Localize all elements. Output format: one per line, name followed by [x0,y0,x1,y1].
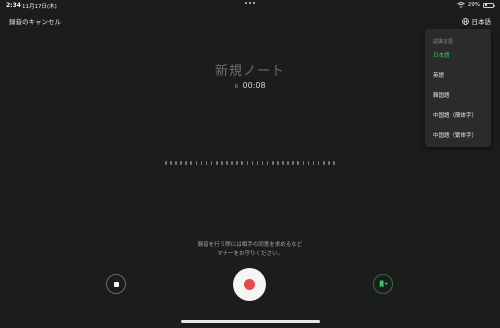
language-selector-button[interactable]: 日本語 [461,16,492,26]
multitasking-dots-icon[interactable] [245,2,255,4]
waveform-bar [231,161,233,165]
waveform-bar [241,161,243,165]
waveform-bar [261,161,264,165]
language-option-japanese[interactable]: 日本語 [433,51,450,59]
waveform-bar [236,161,238,165]
waveform-bar [170,161,172,165]
waveform-bar [292,161,294,165]
waveform-bar [307,161,310,165]
notice-line-2: マナーをお守りください。 [216,251,283,257]
status-time: 2:34 [6,2,21,9]
status-date: 11月17日(木) [22,4,57,10]
timer-value: 00:08 [242,81,266,90]
language-option-chinese-traditional[interactable]: 中国語（繁体字） [433,131,477,139]
waveform-bar [226,161,228,165]
waveform-bar [221,161,223,165]
waveform-bar [297,161,300,165]
notice-line-1: 録音を行う際には相手の同意を求めるなど [197,242,303,248]
status-indicators: 29% [456,2,495,8]
waveform-bar [246,161,249,165]
waveform-bar [312,161,315,165]
waveform-bar [185,161,187,165]
waveform-bar [251,161,254,165]
waveform-bar [322,161,325,165]
waveform-bar [317,161,320,165]
waveform-bar [210,161,213,165]
wifi-icon [456,2,465,8]
waveform-bar [256,161,259,165]
record-icon [244,279,255,290]
battery-percent: 29% [467,2,480,8]
language-menu: 認識言語 日本語 英語 韓国語 中国語（簡体字） 中国語（繁体字） [425,29,491,147]
status-bar: 2:34 11月17日(木) 29% [0,0,500,12]
waveform-bar [271,161,274,165]
language-option-chinese-simplified[interactable]: 中国語（簡体字） [433,111,477,119]
waveform-bar [195,161,198,165]
home-indicator[interactable] [181,320,320,323]
waveform-bar [215,161,218,165]
recording-notice: 録音を行う際には相手の同意を求めるなど マナーをお守りください。 [0,241,500,259]
audio-waveform [165,160,335,166]
waveform-bar [328,161,330,165]
bookmark-add-icon [379,280,388,288]
language-option-english[interactable]: 英語 [433,71,444,79]
waveform-bar [180,161,182,165]
waveform-bar [302,161,305,165]
language-menu-header: 認識言語 [433,39,454,45]
waveform-bar [190,161,193,165]
stop-icon [113,281,119,287]
waveform-bar [205,161,208,165]
waveform-bar [266,161,269,165]
stop-button[interactable] [106,274,126,294]
add-bookmark-button[interactable] [373,274,393,294]
waveform-bar [333,161,335,165]
waveform-bar [165,161,167,165]
recording-screen: 2:34 11月17日(木) 29% 録音のキャンセル 日本語 新規ノート ॥ … [0,0,500,328]
waveform-bar [277,161,279,165]
language-selector-label: 日本語 [471,18,492,26]
waveform-bar [282,161,284,165]
pause-indicator-icon: ॥ [234,83,237,90]
record-button[interactable] [233,268,266,301]
globe-icon [461,17,469,25]
battery-icon [483,2,495,8]
language-option-korean[interactable]: 韓国語 [433,91,450,99]
cancel-recording-button[interactable]: 録音のキャンセル [9,16,61,26]
waveform-bar [287,161,289,165]
waveform-bar [175,161,177,165]
waveform-bar [200,161,203,165]
